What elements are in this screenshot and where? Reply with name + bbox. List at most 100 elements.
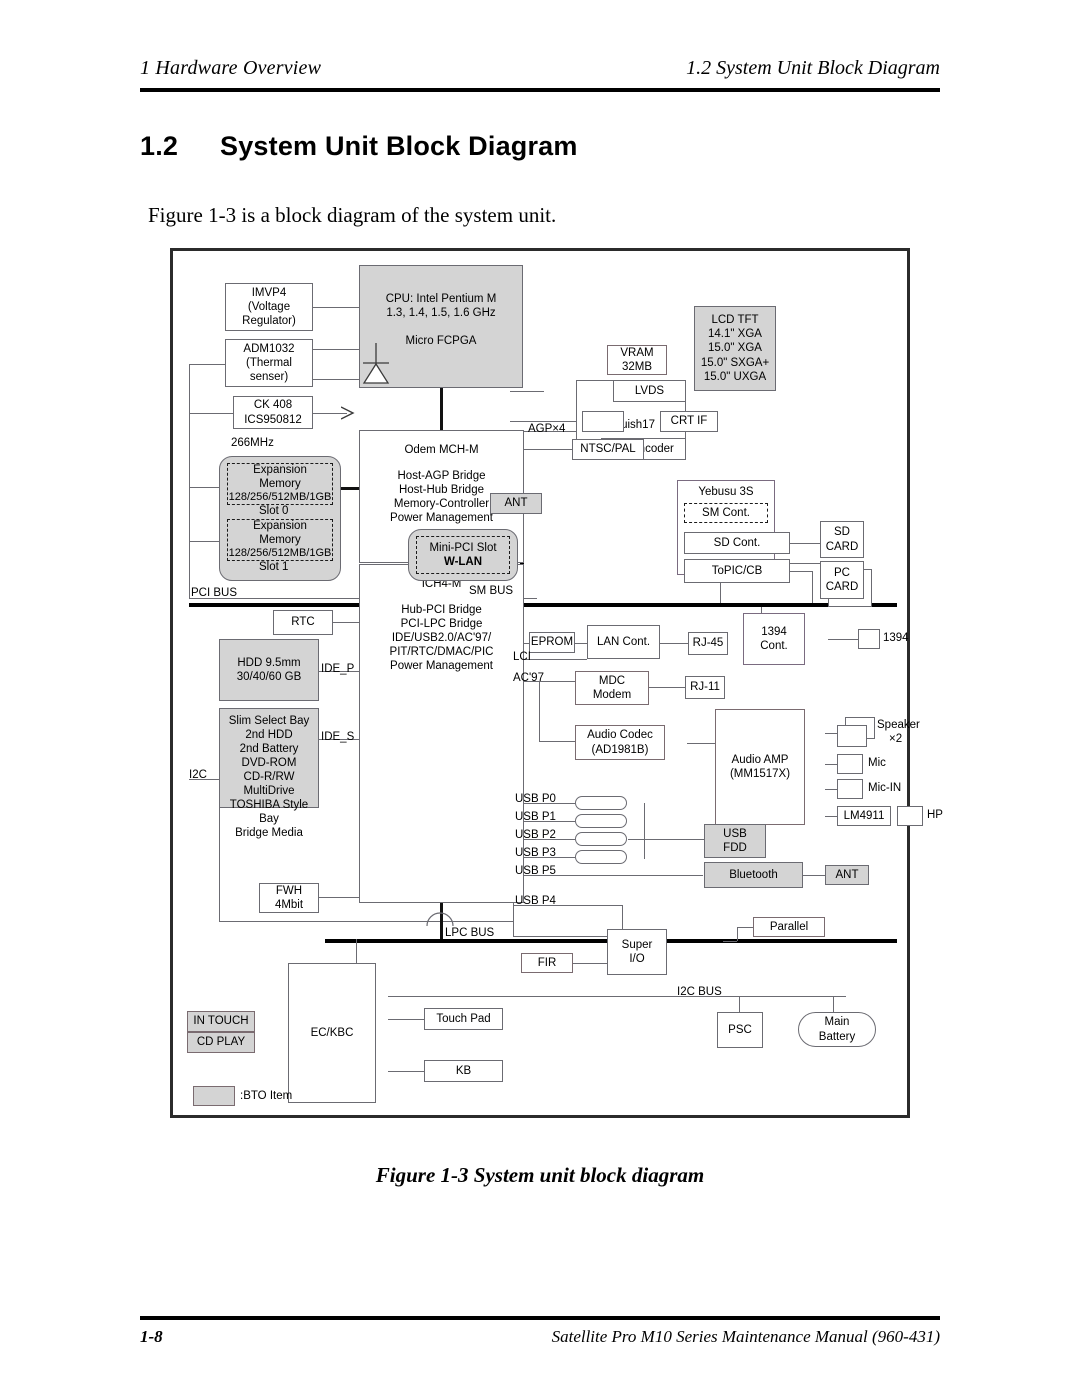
bay-line2: 2nd HDD — [245, 729, 293, 742]
line-eprom-lan — [575, 643, 587, 644]
hp-label: HP — [927, 809, 943, 821]
speaker-label-line1: Speaker — [877, 719, 920, 731]
vram-line2: 32MB — [621, 361, 653, 373]
usb-port-p1 — [575, 814, 627, 828]
block-memory-slot1: Expansion Memory 128/256/512MB/1GB — [227, 519, 333, 561]
bus-label-usb-p1: USB P1 — [515, 811, 556, 823]
mch-line1: Odem MCH-M — [404, 444, 479, 456]
block-sd-card: SD CARD — [820, 521, 864, 558]
block-1394-cont: 1394 Cont. — [743, 613, 805, 665]
footer-rule — [140, 1316, 940, 1320]
bay-line8: Bridge Media — [235, 827, 303, 840]
kb-label: KB — [455, 1064, 472, 1077]
block-lm4911: LM4911 — [837, 806, 891, 826]
line-fir-superio — [573, 963, 607, 964]
bay-line1: Slim Select Bay — [228, 715, 310, 727]
codec-line1: Audio Codec — [587, 729, 653, 742]
line-topic-pccard-b — [790, 571, 812, 572]
line-ac97-v — [539, 681, 540, 741]
running-head-left: 1 Hardware Overview — [140, 57, 322, 79]
block-main-battery: Main Battery — [798, 1012, 876, 1047]
rtc-label: RTC — [291, 616, 315, 629]
bay-line6: MultiDrive — [243, 785, 295, 798]
block-minipci-slot: Mini-PCI Slot W-LAN — [416, 536, 510, 574]
port-1394-label: 1394 — [883, 632, 909, 644]
footer-page-number: 1-8 — [140, 1327, 163, 1346]
parallel-label: Parallel — [769, 920, 809, 933]
block-kb: KB — [424, 1060, 503, 1082]
block-1394-port — [858, 629, 880, 649]
bay-line4: DVD-ROM — [241, 757, 297, 770]
block-pc-card: PC CARD — [820, 561, 864, 599]
adm1032-line1: ADM1032 — [243, 342, 295, 355]
usb-port-p3 — [575, 850, 627, 864]
arrow-ck408-icon — [341, 406, 355, 420]
line-usb-return — [644, 803, 645, 859]
line-adm-cpu-a — [313, 349, 359, 350]
mch-line4: Memory-Controller — [393, 498, 490, 511]
rj45-label: RJ-45 — [692, 637, 724, 650]
line-adm-smbus-v — [189, 364, 190, 599]
bus-label-ide-p: IDE_P — [321, 663, 355, 675]
figure-frame: IMVP4 (Voltage Regulator) ADM1032 (Therm… — [170, 248, 943, 1118]
running-head: 1 Hardware Overview 1.2 System Unit Bloc… — [140, 57, 940, 85]
c1394-line1: 1394 — [761, 625, 787, 638]
block-fwh: FWH 4Mbit — [259, 883, 319, 913]
bus-label-usb-p4: USB P4 — [515, 895, 556, 907]
mch-line5: Power Management — [390, 512, 493, 525]
block-crt-if: CRT IF — [660, 411, 718, 432]
line-eckbc-i2c — [388, 996, 846, 997]
bus-label-ide-s: IDE_S — [321, 731, 355, 743]
line-usbp2-fdd — [628, 839, 704, 840]
imvp4-line1: IMVP4 — [251, 286, 287, 299]
rj11-label: RJ-11 — [690, 681, 720, 694]
ant-wlan-label: ANT — [504, 497, 528, 510]
bus-label-pci: PCI BUS — [191, 587, 238, 599]
bus-label-agp: AGP×4 — [528, 423, 566, 435]
imvp4-line2: (Voltage — [247, 300, 291, 313]
memory-slot0-label: Slot 0 — [259, 505, 289, 517]
codec-line2: (AD1981B) — [591, 743, 649, 756]
touch-pad-label: Touch Pad — [436, 1012, 491, 1025]
bus-label-usb-p0: USB P0 — [515, 793, 556, 805]
psc-label: PSC — [728, 1023, 752, 1036]
line-lpc-eckbc — [356, 939, 357, 963]
battery-line1: Main — [824, 1016, 850, 1029]
ich-line4: IDE/USB2.0/AC'97/ — [391, 632, 492, 645]
line-cpu-mch — [440, 388, 443, 430]
cpu-line2: 1.3, 1.4, 1.5, 1.6 GHz — [386, 307, 496, 320]
usb-port-p0 — [575, 796, 627, 810]
mic-label: Mic — [868, 757, 886, 769]
block-lan-cont: LAN Cont. — [587, 625, 660, 659]
block-ant-wlan: ANT — [490, 493, 542, 514]
cpu-line3: Micro FCPGA — [405, 335, 477, 348]
minipci-line1: Mini-PCI Slot — [429, 541, 497, 554]
section-title: System Unit Block Diagram — [220, 131, 578, 161]
block-audio-amp: Audio AMP (MM1517X) — [715, 709, 805, 825]
block-ntsc-pal: NTSC/PAL — [572, 439, 644, 460]
ich-line3: PCI-LPC Bridge — [400, 618, 483, 631]
line-superio-par-b — [737, 927, 753, 928]
block-memory-slot0: Expansion Memory 128/256/512MB/1GB — [227, 463, 333, 505]
mem1-line3: 128/256/512MB/1GB — [228, 547, 332, 560]
ntsc-pal-label: NTSC/PAL — [580, 443, 636, 456]
bus-label-usb-p3: USB P3 — [515, 847, 556, 859]
imvp4-line3: Regulator) — [242, 315, 296, 327]
ich-line6: Power Management — [390, 660, 493, 673]
bay-line3: 2nd Battery — [239, 743, 299, 756]
line-eckbc-kb — [388, 1071, 424, 1072]
block-super-io: Super I/O — [607, 929, 667, 975]
bus-label-i2c: I2C — [189, 769, 207, 781]
figure-caption: Figure 1-3 System unit block diagram — [375, 1163, 705, 1187]
memory-frequency-label: 266MHz — [231, 437, 274, 449]
line-superio-par-a — [723, 941, 737, 942]
usb-fdd-line1: USB — [723, 827, 747, 840]
cpu-line1: CPU: Intel Pentium M — [385, 293, 497, 305]
ich-line2: Hub-PCI Bridge — [401, 604, 482, 617]
line-rtc-ich — [333, 622, 359, 623]
intro-text: Figure 1-3 is a block diagram of the sys… — [148, 203, 557, 227]
block-usb-fdd: USB FDD — [704, 824, 766, 858]
line-ac97-codec — [539, 741, 575, 742]
bus-label-lpc: LPC BUS — [445, 927, 495, 939]
block-bluetooth: Bluetooth — [704, 862, 803, 888]
